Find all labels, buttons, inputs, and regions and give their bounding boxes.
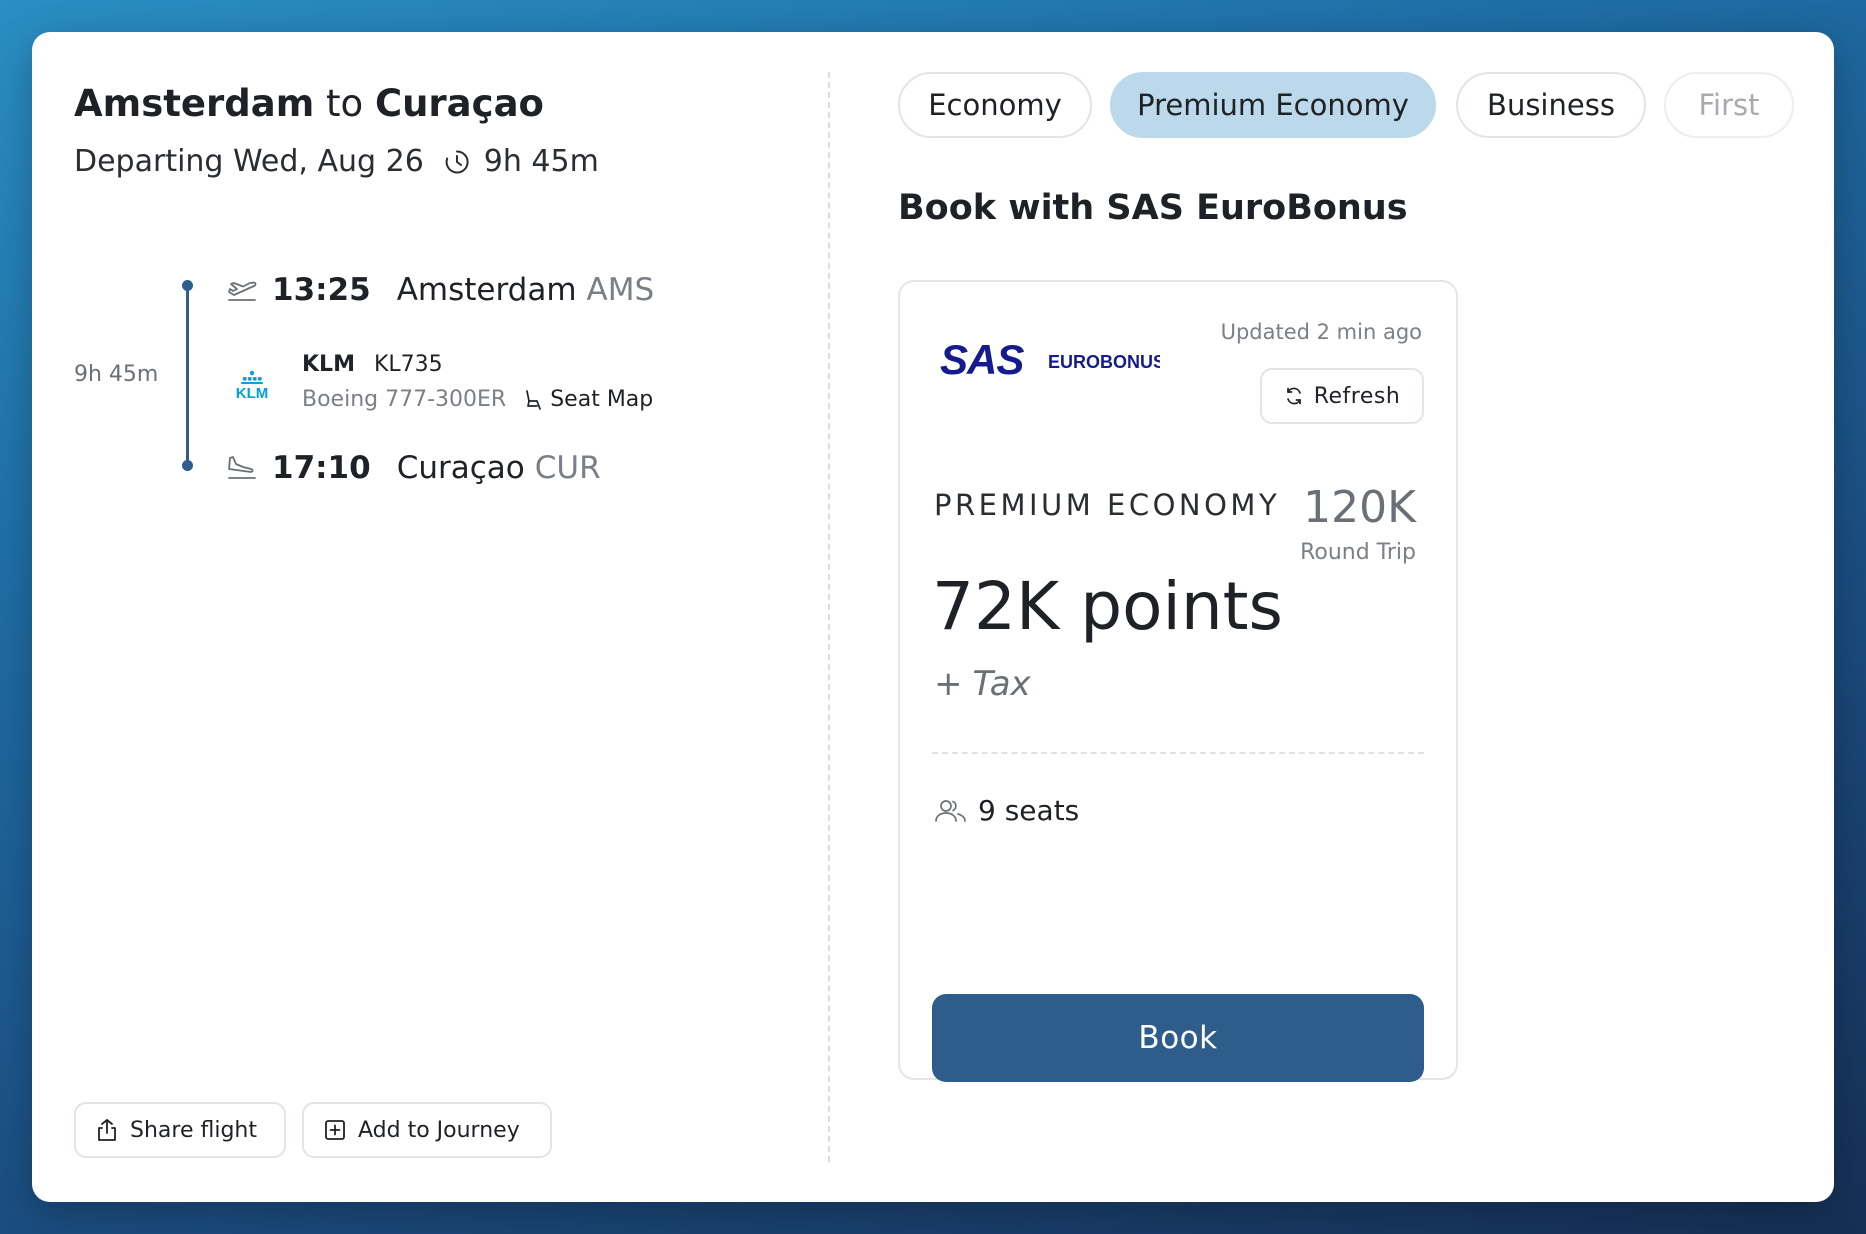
segment-duration: 9h 45m (74, 362, 159, 387)
total-duration: 9h 45m (483, 144, 599, 179)
updated-timestamp: Updated 2 min ago (1220, 320, 1422, 344)
seats-count: 9 seats (978, 794, 1080, 827)
tax-plus: + (934, 664, 963, 704)
add-to-journey-label: Add to Journey (358, 1117, 520, 1143)
aircraft-type: Boeing 777-300ER (302, 387, 507, 412)
flight-segment: KLM KLM KL735 Boeing 777-300ER Seat Map (226, 352, 654, 412)
departure-time: 13:25 (272, 272, 371, 308)
sas-eurobonus-logo: SAS EUROBONUS (940, 336, 1165, 386)
column-divider (828, 72, 830, 1162)
tax-label: Tax (972, 664, 1031, 704)
arrival-time: 17:10 (272, 450, 371, 486)
flight-identity: KLM KL735 (302, 352, 653, 377)
refresh-label: Refresh (1313, 383, 1401, 409)
arrival-code: CUR (534, 450, 601, 486)
departure-stop: 13:25 Amsterdam AMS (226, 272, 654, 308)
svg-text:SAS: SAS (940, 338, 1024, 382)
arrival-city: Curaçao (396, 450, 525, 486)
people-icon (935, 799, 966, 822)
destination-city: Curaçao (374, 82, 544, 125)
seat-map-label: Seat Map (550, 387, 654, 412)
clock-icon (444, 149, 470, 175)
book-button[interactable]: Book (932, 994, 1424, 1082)
departure-summary: Departing Wed, Aug 26 9h 45m (74, 144, 599, 179)
departing-date: Departing Wed, Aug 26 (74, 144, 424, 179)
cabin-class-label: PREMIUM ECONOMY (934, 488, 1281, 522)
timeline-dot-arrival (182, 460, 193, 471)
timeline-line (186, 284, 189, 464)
refresh-button[interactable]: Refresh (1260, 368, 1424, 424)
share-icon (98, 1119, 116, 1141)
flight-details: KLM KL735 Boeing 777-300ER Seat Map (302, 352, 653, 412)
flight-number: KL735 (373, 352, 443, 377)
departure-city: Amsterdam (396, 272, 577, 308)
arrival-stop: 17:10 Curaçao CUR (226, 450, 601, 486)
award-card: SAS EUROBONUS Updated 2 min ago Refresh … (898, 280, 1458, 1082)
takeoff-icon (226, 277, 260, 303)
aircraft-row: Boeing 777-300ER Seat Map (302, 387, 653, 412)
origin-city: Amsterdam (74, 82, 315, 125)
tab-premium-economy[interactable]: Premium Economy (1110, 72, 1436, 138)
round-trip-points: 120K (1303, 482, 1416, 533)
timeline-dot-departure (182, 280, 193, 291)
add-to-journey-button[interactable]: Add to Journey (302, 1102, 552, 1158)
tab-first[interactable]: First (1664, 72, 1794, 138)
share-flight-button[interactable]: Share flight (74, 1102, 286, 1158)
add-box-icon (325, 1120, 345, 1140)
card-divider (932, 752, 1424, 754)
svg-text:EUROBONUS: EUROBONUS (1048, 352, 1160, 372)
landing-icon (226, 455, 260, 481)
route-connector: to (326, 82, 364, 125)
svg-text:KLM: KLM (236, 385, 269, 400)
share-flight-label: Share flight (130, 1117, 257, 1143)
departure-code: AMS (586, 272, 655, 308)
flight-detail-card: Amsterdam to Curaçao Departing Wed, Aug … (32, 32, 1834, 1202)
round-trip-label: Round Trip (1300, 540, 1416, 565)
seat-icon (526, 389, 542, 410)
refresh-icon (1286, 387, 1301, 405)
tab-economy[interactable]: Economy (898, 72, 1092, 138)
seat-map-link[interactable]: Seat Map (524, 387, 653, 412)
tab-business[interactable]: Business (1456, 72, 1646, 138)
booking-heading: Book with SAS EuroBonus (898, 188, 1408, 228)
seats-available: 9 seats (934, 794, 1079, 827)
tax-note: + Tax (934, 664, 1031, 704)
airline-name: KLM (302, 352, 355, 377)
route-title: Amsterdam to Curaçao (74, 82, 544, 125)
klm-logo: KLM (226, 370, 278, 404)
points-price: 72K points (932, 568, 1283, 645)
